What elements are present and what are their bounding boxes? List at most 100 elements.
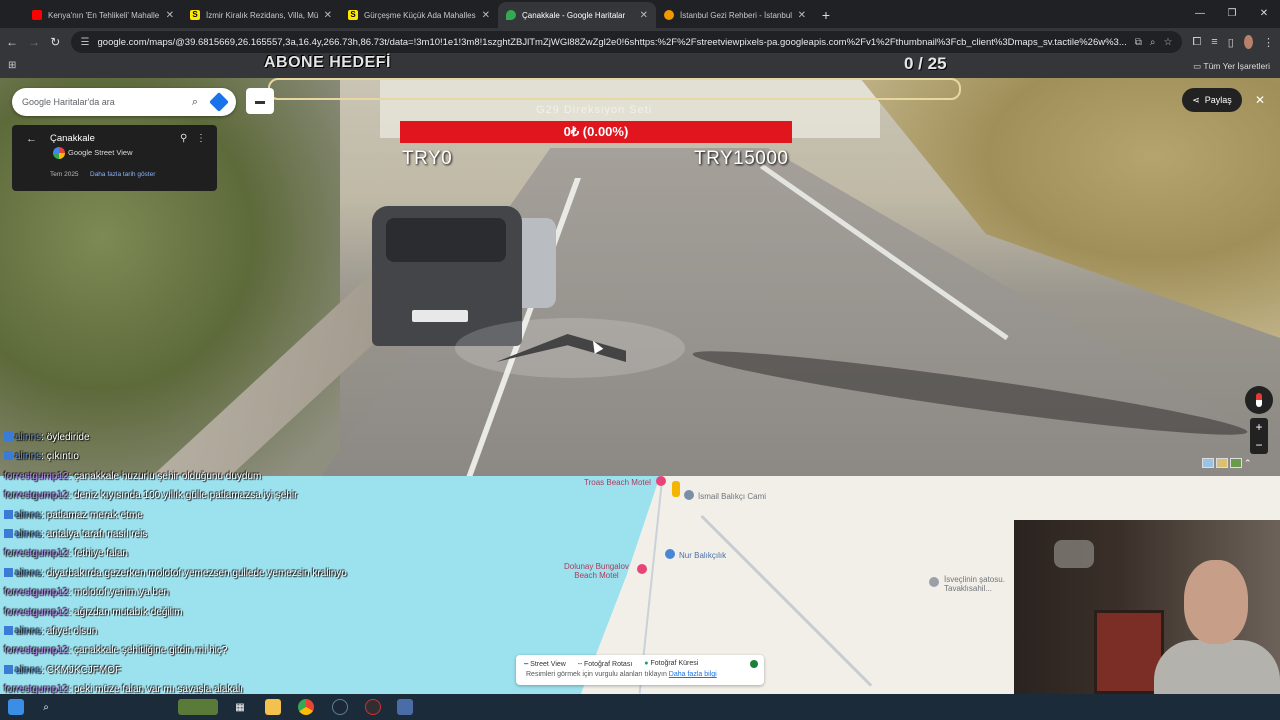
donation-goal-min: TRY0 — [402, 148, 453, 169]
directions-icon[interactable] — [209, 92, 229, 112]
chat-message: alinns: çıkıntıo — [4, 451, 79, 462]
chat-text: : ağızdan mutabık değilim — [68, 606, 183, 618]
address-bar[interactable]: ☰ google.com/maps/@39.6815669,26.165557,… — [70, 31, 1183, 53]
donation-goal-bar: 0₺ (0.00%) — [400, 121, 792, 143]
chat-message: alinns: diyarbakırda gezerken molotof ye… — [4, 567, 347, 579]
layer-thumb[interactable] — [1230, 458, 1242, 468]
subscriber-goal-label: ABONE HEDEFİ — [264, 54, 391, 71]
shop-pin-icon[interactable] — [665, 549, 675, 559]
expand-up-icon[interactable]: ⌃ — [1244, 458, 1260, 468]
sidepanel-icon[interactable]: ▯ — [1228, 36, 1234, 49]
close-icon[interactable]: ✕ — [640, 10, 648, 21]
chat-badge-icon — [4, 529, 13, 538]
legend-hint: Resimleri görmek için vurgulu alanları t… — [526, 671, 717, 678]
chrome-icon[interactable] — [298, 699, 314, 715]
tab-3[interactable]: Çanakkale - Google Haritalar ✕ — [498, 2, 656, 28]
compass-needle — [1256, 393, 1262, 407]
zoom-out-icon[interactable]: − — [1255, 438, 1262, 452]
chat-text: : çanakkale huzurlu şehir olduğunu duydu… — [68, 470, 262, 482]
legend-label: Fotoğraf Küresi — [650, 660, 699, 667]
more-dates-link[interactable]: Daha fazla tarih göster — [90, 171, 155, 178]
back-icon[interactable]: ← — [6, 35, 18, 49]
layer-thumb[interactable] — [1202, 458, 1214, 468]
widget-icon[interactable] — [178, 699, 218, 715]
reload-icon[interactable]: ↻ — [50, 35, 61, 49]
url-text: google.com/maps/@39.6815669,26.165557,3a… — [97, 36, 1127, 48]
tab-title: Gürçeşme Küçük Ada Mahalles — [364, 10, 476, 20]
layer-thumb[interactable] — [1216, 458, 1228, 468]
shelf-decoration — [1054, 540, 1094, 568]
calculator-icon[interactable] — [397, 699, 413, 715]
hotel-pin-icon[interactable] — [656, 476, 666, 486]
map-label-castle[interactable]: İsveçlinin şatosu. Tavaklısahil... — [944, 575, 1005, 593]
menu-icon[interactable]: ⋮ — [1263, 36, 1274, 49]
poi-pin-icon[interactable] — [929, 577, 939, 587]
compass-icon[interactable] — [1245, 386, 1273, 414]
maps-search-box[interactable]: Google Haritalar'da ara ⌕ — [12, 88, 236, 116]
pegman-icon[interactable] — [672, 481, 680, 497]
tab-2[interactable]: S Gürçeşme Küçük Ada Mahalles ✕ — [340, 2, 498, 28]
back-arrow-icon[interactable]: ← — [26, 133, 37, 145]
chat-text: : diyarbakırda gezerken molotof yemezsen… — [41, 567, 347, 579]
chat-overlay: alinns : öylediride alinns: çıkıntıo forres… — [2, 430, 522, 720]
chat-badge-icon — [4, 626, 13, 635]
close-street-view-icon[interactable]: ✕ — [1250, 90, 1270, 110]
forward-icon[interactable]: → — [28, 35, 40, 49]
task-view-icon[interactable]: ▦ — [232, 699, 248, 715]
car-plate — [412, 310, 468, 322]
location-pin-icon[interactable]: ⚲ — [180, 133, 187, 144]
collapse-panel-button[interactable]: ▬ — [246, 88, 274, 114]
map-label-mosque[interactable]: İsmail Balıkçı Cami — [698, 492, 766, 501]
chat-text: : öylediride — [41, 432, 90, 443]
share-button[interactable]: ⋖ Paylaş — [1182, 88, 1242, 112]
close-icon[interactable]: ✕ — [166, 10, 174, 21]
obs-icon[interactable] — [365, 699, 381, 715]
search-icon[interactable]: ⌕ — [38, 699, 54, 715]
zoom-in-icon[interactable]: + — [1255, 420, 1262, 434]
media-icon[interactable]: ≡ — [1211, 36, 1217, 48]
legend-toggle[interactable] — [750, 660, 758, 668]
chat-username: alinns — [15, 529, 42, 540]
map-label-dolunay[interactable]: Dolunay Bungalov Beach Motel — [564, 562, 629, 580]
minimize-icon[interactable]: — — [1184, 0, 1216, 26]
learn-more-link[interactable]: Daha fazla bilgi — [669, 671, 717, 678]
site-info-icon[interactable]: ☰ — [81, 37, 90, 48]
close-icon[interactable]: ✕ — [798, 10, 806, 21]
chat-message: forrestgump12: molotof yenim ya ben — [4, 587, 169, 598]
tab-0[interactable]: Kenya'nın 'En Tehlikeli' Mahalle ✕ — [24, 2, 182, 28]
webcam-feed — [1014, 520, 1280, 694]
donation-goal-title: G29 Direksiyon Seti — [536, 104, 653, 116]
mosque-pin-icon[interactable] — [684, 490, 694, 500]
map-label-shop[interactable]: Nur Balıkçılık — [679, 551, 726, 560]
search-input[interactable]: Google Haritalar'da ara — [22, 97, 192, 107]
install-icon[interactable]: ⧉ — [1135, 37, 1142, 48]
file-explorer-icon[interactable] — [265, 699, 281, 715]
close-icon[interactable]: ✕ — [482, 10, 490, 21]
chat-username: alinns — [15, 626, 42, 637]
steam-icon[interactable] — [332, 699, 348, 715]
tab-4[interactable]: İstanbul Gezi Rehberi - İstanbul ✕ — [656, 2, 814, 28]
new-tab-button[interactable]: + — [814, 2, 838, 28]
share-label: Paylaş — [1204, 95, 1232, 105]
close-window-icon[interactable]: ✕ — [1248, 0, 1280, 26]
chat-message: forrestgump12: deniz kıyısında 100 yıllı… — [4, 490, 297, 501]
all-bookmarks-link[interactable]: ▭ Tüm Yer İşaretleri — [1193, 61, 1270, 72]
navigation-ring[interactable] — [455, 318, 685, 378]
restore-icon[interactable]: ❐ — [1216, 0, 1248, 26]
donation-goal-max: TRY15000 — [694, 148, 789, 169]
extensions-icon[interactable]: ⧠ — [1192, 36, 1201, 49]
profile-avatar[interactable] — [1243, 35, 1253, 49]
bookmark-star-icon[interactable]: ☆ — [1164, 37, 1173, 48]
search-icon[interactable]: ⌕ — [192, 96, 198, 109]
map-label-troas[interactable]: Troas Beach Motel — [584, 478, 651, 487]
close-icon[interactable]: ✕ — [324, 10, 332, 21]
chat-username: forrestgump12 — [4, 548, 69, 560]
windows-start-icon[interactable] — [8, 699, 24, 715]
tab-1[interactable]: S İzmir Kiralık Rezidans, Villa, Mü ✕ — [182, 2, 340, 28]
hotel-pin-icon[interactable] — [637, 564, 647, 574]
subscriber-counter: 0 / 25 — [904, 54, 947, 73]
street-view-legend: ━ Street View ┅ Fotoğraf Rotası ● Fotoğr… — [516, 655, 764, 685]
apps-icon[interactable]: ⊞ — [8, 60, 16, 71]
more-options-icon[interactable]: ⋮ — [196, 133, 206, 144]
zoom-icon[interactable]: ⌕ — [1150, 37, 1156, 48]
